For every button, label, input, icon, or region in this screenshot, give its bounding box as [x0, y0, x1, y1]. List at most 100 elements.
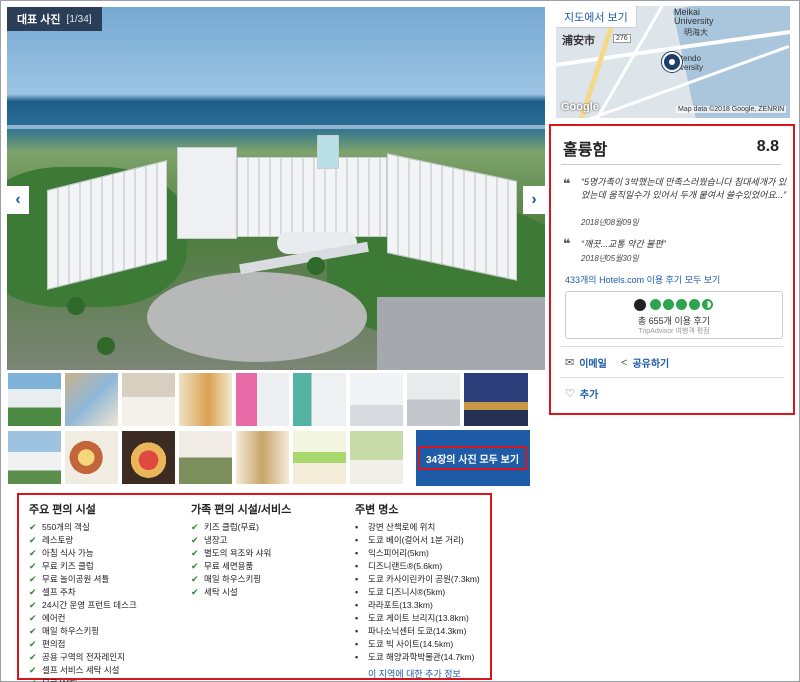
- thumbnail[interactable]: [64, 372, 119, 427]
- view-on-map-button[interactable]: 지도에서 보기: [556, 6, 637, 28]
- check-icon: ✔: [29, 613, 37, 623]
- thumbnail[interactable]: [235, 372, 290, 427]
- amenity-item: ✔ 셀프 서비스 세탁 시설: [29, 664, 137, 677]
- amenity-item-label: 셀프 주차: [42, 587, 76, 597]
- nearby-attraction-item: • 도쿄 디즈니시®(5km): [355, 586, 480, 599]
- tripadvisor-owl-icon: [634, 299, 646, 311]
- amenity-item-label: 레스토랑: [42, 535, 74, 545]
- add-label: 추가: [579, 390, 599, 401]
- guest-score: 8.8: [756, 138, 779, 155]
- nearby-attractions-column: 주변 명소 • 강변 산책로에 위치 • 도쿄 베이(걸어서 1분 거리) • 익스피어리…: [355, 501, 480, 680]
- email-button[interactable]: ✉ 이메일: [565, 355, 607, 370]
- amenity-item: ✔ 편의점: [29, 638, 137, 651]
- thumbnail[interactable]: [121, 372, 176, 427]
- check-icon: ✔: [29, 574, 37, 584]
- nearby-attraction-item-label: 익스피어리(5km): [368, 548, 429, 558]
- check-icon: ✔: [29, 652, 37, 662]
- add-favorite-button[interactable]: ♡ 추가: [565, 386, 598, 401]
- divider: [561, 346, 783, 347]
- check-icon: ✔: [191, 587, 199, 597]
- amenities-panel: 주요 편의 시설 ✔ 550개의 객실 ✔ 레스토랑 ✔ 아침 식사 가능 ✔ 무료 키즈 클…: [17, 493, 492, 682]
- share-label: 공유하기: [632, 359, 670, 370]
- map-city-label: 浦安市: [562, 35, 595, 47]
- nearby-attraction-item: • 도쿄 카사이린카이 공원(7.3km): [355, 573, 480, 586]
- bullet-icon: •: [355, 626, 359, 636]
- map-credit: Map data ©2018 Google, ZENRIN: [676, 106, 787, 113]
- amenity-item: ✔ 셀프 주차: [29, 586, 137, 599]
- nearby-attraction-item: • 익스피어리(5km): [355, 547, 480, 560]
- area-info-link[interactable]: 이 지역에 대한 추가 정보: [368, 667, 480, 680]
- amenity-item-label: 셀프 서비스 세탁 시설: [42, 665, 120, 675]
- thumbnail[interactable]: [64, 430, 119, 485]
- amenity-item-label: 무료 키즈 클럽: [42, 561, 94, 571]
- thumbnail[interactable]: [292, 372, 347, 427]
- bullet-icon: •: [355, 639, 359, 649]
- see-all-photos-tile[interactable]: 34장의 사진 모두 보기: [416, 430, 530, 486]
- rating-word: 훌륭함: [563, 142, 608, 159]
- nearby-attraction-item: • 라라포트(13.3km): [355, 599, 480, 612]
- thumbnail[interactable]: [235, 430, 290, 485]
- thumbnail[interactable]: [121, 430, 176, 485]
- all-reviews-link[interactable]: 433개의 Hotels.com 이용 후기 모두 보기: [565, 273, 720, 286]
- google-logo: Google: [561, 101, 599, 113]
- amenity-item-label: 무료 WiFi: [42, 677, 77, 682]
- thumbnail[interactable]: [292, 430, 347, 485]
- thumbnail[interactable]: [349, 430, 404, 485]
- nearby-attraction-item: • 도쿄 베이(걸어서 1분 거리): [355, 534, 480, 547]
- nearby-attraction-item: • 파나소닉센터 도쿄(14.3km): [355, 625, 480, 638]
- bullet-icon: •: [355, 522, 359, 532]
- family-amenity-item: ✔ 키즈 클럽(무료): [191, 521, 291, 534]
- see-all-photos-button[interactable]: 34장의 사진 모두 보기: [418, 446, 527, 470]
- amenity-item: ✔ 매일 하우스키핑: [29, 625, 137, 638]
- rating-circle-icon: [689, 299, 700, 310]
- email-label: 이메일: [579, 359, 607, 370]
- check-icon: ✔: [191, 522, 199, 532]
- nearby-attraction-item: • 디즈니랜드®(5.6km): [355, 560, 480, 573]
- share-button[interactable]: < 공유하기: [621, 355, 670, 371]
- thumbnail[interactable]: [406, 372, 461, 427]
- check-icon: ✔: [29, 522, 37, 532]
- tripadvisor-rating-box[interactable]: 총 655개 이용 후기 TripAdvisor 여행객 평점: [565, 291, 783, 339]
- thumbnail[interactable]: [463, 372, 529, 427]
- nearby-attraction-item-label: 도쿄 빅 사이트(14.5km): [368, 639, 454, 649]
- thumbnail[interactable]: [349, 372, 404, 427]
- nearby-attraction-item-label: 도쿄 디즈니시®(5km): [368, 587, 446, 597]
- thumbnail[interactable]: [178, 430, 233, 485]
- amenity-item: ✔ 무료 WiFi: [29, 677, 137, 682]
- family-amenity-item-label: 별도의 욕조와 샤워: [204, 548, 272, 558]
- photo-badge-count: [1/34]: [66, 13, 92, 25]
- check-icon: ✔: [29, 665, 37, 675]
- amenity-item-label: 편의점: [42, 639, 66, 649]
- amenity-item: ✔ 아침 식사 가능: [29, 547, 137, 560]
- family-amenity-item: ✔ 매일 하우스키핑: [191, 573, 291, 586]
- nearby-attraction-item-label: 강변 산책로에 위치: [368, 522, 436, 532]
- bullet-icon: •: [355, 574, 359, 584]
- rating-half-circle-icon: [702, 299, 713, 310]
- photo-counter-badge: 대표 사진 [1/34]: [7, 7, 102, 31]
- next-photo-button[interactable]: ›: [523, 186, 545, 214]
- review-date-1: 2018년08월09일: [581, 218, 639, 227]
- amenity-item: ✔ 24시간 운영 프런트 데스크: [29, 599, 137, 612]
- hotel-location-pin-icon[interactable]: [662, 52, 682, 72]
- thumbnail[interactable]: [178, 372, 233, 427]
- bullet-icon: •: [355, 600, 359, 610]
- family-amenity-item-label: 무료 세면용품: [204, 561, 254, 571]
- family-amenities-column: 가족 편의 시설/서비스 ✔ 키즈 클럽(무료) ✔ 냉장고 ✔ 별도의 욕조와 샤워 ✔ 무…: [191, 501, 291, 599]
- nearby-attraction-item-label: 도쿄 게이트 브리지(13.8km): [368, 613, 469, 623]
- amenity-item: ✔ 무료 키즈 클럽: [29, 560, 137, 573]
- prev-photo-button[interactable]: ‹: [7, 186, 29, 214]
- nearby-attraction-item: • 도쿄 게이트 브리지(13.8km): [355, 612, 480, 625]
- thumbnail[interactable]: [7, 430, 62, 485]
- amenity-item: ✔ 에어컨: [29, 612, 137, 625]
- amenity-item-label: 에어컨: [42, 613, 66, 623]
- check-icon: ✔: [191, 548, 199, 558]
- rating-circle-icon: [650, 299, 661, 310]
- main-amenities-list: ✔ 550개의 객실 ✔ 레스토랑 ✔ 아침 식사 가능 ✔ 무료 키즈 클럽 ✔ 무료 놀이공원…: [29, 521, 137, 682]
- check-icon: ✔: [29, 626, 37, 636]
- nearby-attractions-title: 주변 명소: [355, 504, 399, 516]
- family-amenities-title: 가족 편의 시설/서비스: [191, 504, 292, 516]
- nearby-attraction-item: • 강변 산책로에 위치: [355, 521, 480, 534]
- thumbnail[interactable]: [7, 372, 62, 427]
- header-divider: [561, 164, 781, 165]
- main-hotel-photo[interactable]: [7, 7, 545, 370]
